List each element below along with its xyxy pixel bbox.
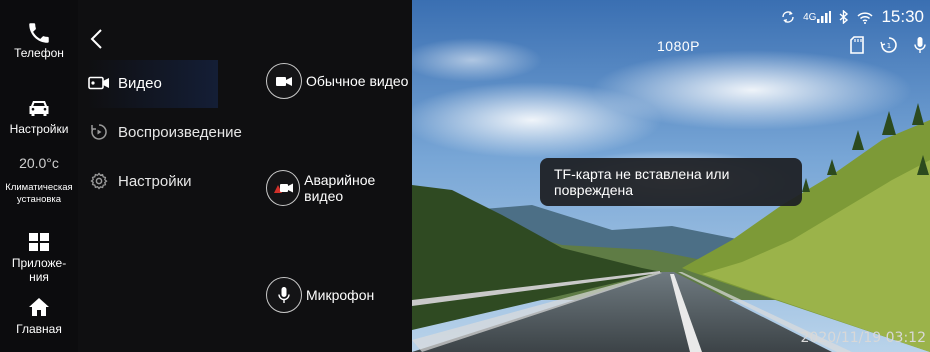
network-type: 4G <box>803 11 817 23</box>
menu-item-video[interactable]: Видео <box>88 70 162 96</box>
option-microphone-label: Микрофон <box>306 287 375 303</box>
sd-card-icon <box>850 36 864 54</box>
sd-card-error-toast: TF-карта не вставлена или повреждена <box>540 158 802 206</box>
option-normal-video-label: Обычное видео <box>306 73 409 89</box>
option-emergency-video-label: Аварийное видео <box>304 172 376 204</box>
dock-phone-label: Телефон <box>14 46 64 60</box>
wifi-icon <box>857 11 873 24</box>
dock-settings-label: Настройки <box>9 122 69 136</box>
bluetooth-icon <box>839 10 849 24</box>
menu-item-playback[interactable]: Воспроизведение <box>88 119 242 145</box>
dock-home-label: Главная <box>16 322 62 336</box>
option-normal-video[interactable]: Обычное видео <box>266 63 408 99</box>
dock-home[interactable]: Главная <box>0 297 78 336</box>
back-chevron-icon[interactable] <box>88 28 106 50</box>
dock-climate[interactable]: 20.0°c Климатическая установка <box>0 154 78 206</box>
menu-item-video-label: Видео <box>118 74 162 92</box>
emergency-camera-icon <box>266 170 301 206</box>
sync-icon <box>781 10 795 24</box>
clock: 15:30 <box>881 7 924 26</box>
side-dock: Телефон Настройки 20.0°c Климатическая у… <box>0 0 78 352</box>
svg-text:1: 1 <box>887 42 891 50</box>
signal-icon <box>817 11 832 23</box>
menu-item-settings-label: Настройки <box>118 172 192 190</box>
home-icon <box>29 298 49 316</box>
recording-timestamp: 2020/11/19 03:12 <box>800 330 927 346</box>
phone-icon <box>29 23 49 43</box>
camera-status-icons: 1 <box>834 36 926 54</box>
apps-grid-icon <box>29 233 49 251</box>
gear-icon <box>88 172 110 190</box>
resolution-label: 1080P <box>657 38 700 54</box>
dock-apps-label-line2: ния <box>29 270 49 284</box>
option-microphone[interactable]: Микрофон <box>266 277 374 313</box>
toast-message: TF-карта не вставлена или повреждена <box>554 166 730 198</box>
microphone-icon <box>266 277 302 313</box>
loop-recording-icon: 1 <box>880 36 898 54</box>
dock-apps-label-line1: Приложе- <box>11 256 67 270</box>
dock-climate-label-line2: установка <box>16 194 62 205</box>
car-icon <box>29 101 49 116</box>
menu-item-playback-label: Воспроизведение <box>118 123 242 141</box>
dvr-settings-panel: Видео Воспроизведение Настройки Обычное … <box>78 0 412 352</box>
dock-settings[interactable]: Настройки <box>0 98 78 136</box>
temperature-readout: 20.0°c <box>19 155 59 171</box>
option-emergency-video[interactable]: Аварийное видео <box>266 170 412 206</box>
video-camera-icon <box>88 74 110 92</box>
dock-phone[interactable]: Телефон <box>0 20 78 60</box>
dock-apps[interactable]: Приложе- ния <box>0 232 78 284</box>
status-bar: 4G 15:30 <box>773 7 924 27</box>
playback-icon <box>88 123 110 141</box>
camera-icon <box>266 63 302 99</box>
menu-item-settings[interactable]: Настройки <box>88 168 192 194</box>
camera-preview[interactable]: 4G 15:30 1080P 1 TF-карта не вставлена и… <box>412 0 930 352</box>
dock-climate-label-line1: Климатическая <box>5 182 73 193</box>
microphone-status-icon <box>914 36 926 54</box>
